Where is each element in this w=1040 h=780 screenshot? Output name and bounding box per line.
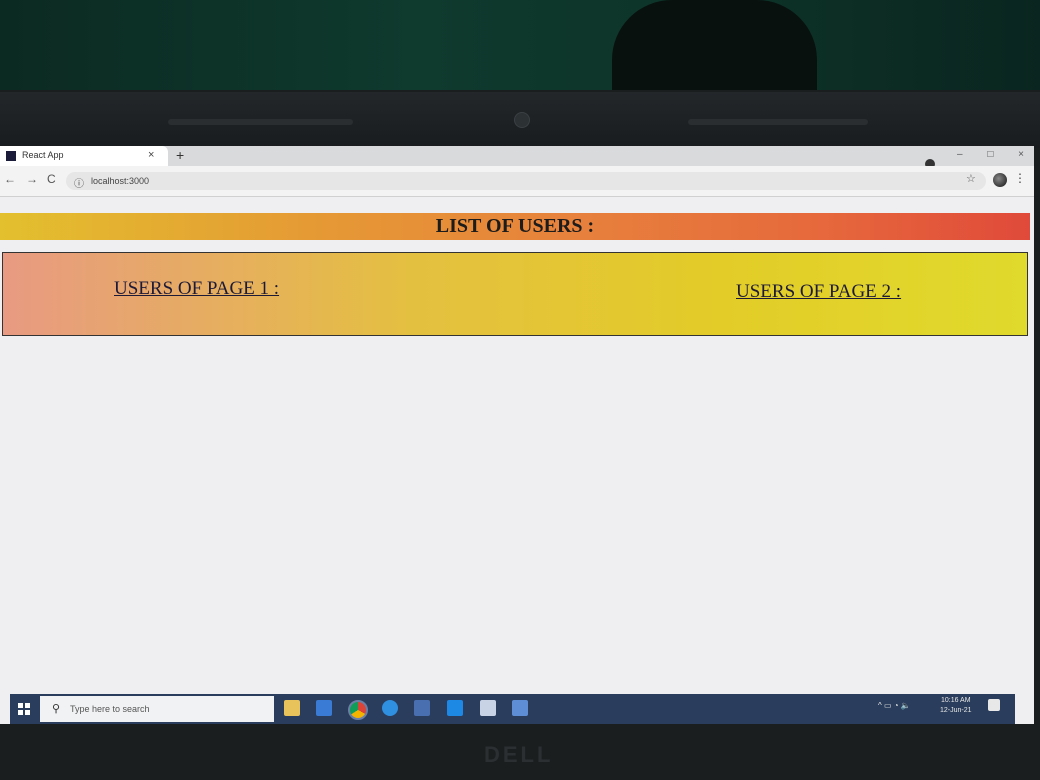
window-close-button[interactable]: × (1018, 149, 1024, 160)
address-bar[interactable]: ⓘ localhost:3000 (66, 172, 986, 190)
bezel-slot-left (168, 119, 353, 125)
windows-start-icon[interactable] (18, 703, 30, 715)
users-page-2-link[interactable]: USERS OF PAGE 2 : (736, 281, 901, 303)
notification-icon[interactable] (988, 699, 1000, 711)
clock-time: 10:16 AM (940, 697, 971, 704)
background-silhouette (612, 0, 817, 100)
users-page-1-link[interactable]: USERS OF PAGE 1 : (114, 278, 279, 300)
store-icon[interactable] (316, 700, 332, 716)
bezel-slot-right (688, 119, 868, 125)
minimize-button[interactable]: – (957, 149, 963, 160)
page-title: LIST OF USERS : (435, 215, 595, 237)
browser-menu-icon[interactable]: ⋮ (1014, 171, 1026, 185)
window-controls: – □ × (935, 149, 1024, 160)
maximize-button[interactable]: □ (987, 149, 993, 160)
dell-logo: DELL (484, 742, 554, 767)
profile-avatar[interactable] (993, 173, 1007, 187)
system-tray-icons[interactable]: ^ ▭ ◔ 🔈 (878, 701, 911, 710)
taskbar-clock[interactable]: 10:16 AM 12-Jun-21 (940, 696, 972, 716)
browser-toolbar: ← → C ⓘ localhost:3000 ☆ ⋮ (0, 166, 1034, 197)
users-header-bar: LIST OF USERS : (0, 213, 1030, 240)
tab-strip: React App × + – □ × (0, 146, 1034, 169)
vscode-icon[interactable] (447, 700, 463, 716)
chrome-icon[interactable] (348, 700, 368, 720)
app-icon[interactable] (480, 700, 496, 716)
site-info-icon[interactable]: ⓘ (74, 175, 84, 190)
clock-date: 12-Jun-21 (940, 707, 972, 714)
search-icon: ⚲ (52, 703, 61, 715)
users-pages-panel: USERS OF PAGE 1 : USERS OF PAGE 2 : (2, 252, 1028, 336)
address-url: localhost:3000 (91, 176, 150, 186)
tab-title: React App (22, 150, 64, 160)
react-favicon-icon (6, 151, 16, 161)
new-tab-button[interactable]: + (176, 147, 184, 163)
browser-tab[interactable]: React App × (0, 146, 168, 166)
windows-taskbar: ⚲ Type here to search ^ ▭ ◔ 🔈 10:16 AM 1… (10, 694, 1015, 724)
calculator-icon[interactable] (414, 700, 430, 716)
bookmark-star-icon[interactable]: ☆ (966, 172, 976, 185)
screen: React App × + – □ × ← → C ⓘ localhost:30… (0, 146, 1034, 724)
webcam (514, 112, 530, 128)
tab-close-icon[interactable]: × (148, 149, 154, 161)
reload-button[interactable]: C (47, 172, 56, 186)
edge-icon[interactable] (382, 700, 398, 716)
file-explorer-icon[interactable] (284, 700, 300, 716)
photos-icon[interactable] (512, 700, 528, 716)
search-placeholder: Type here to search (70, 704, 150, 714)
back-button[interactable]: ← (4, 172, 16, 186)
taskbar-search-box[interactable]: ⚲ Type here to search (40, 696, 274, 722)
forward-button[interactable]: → (26, 172, 38, 186)
